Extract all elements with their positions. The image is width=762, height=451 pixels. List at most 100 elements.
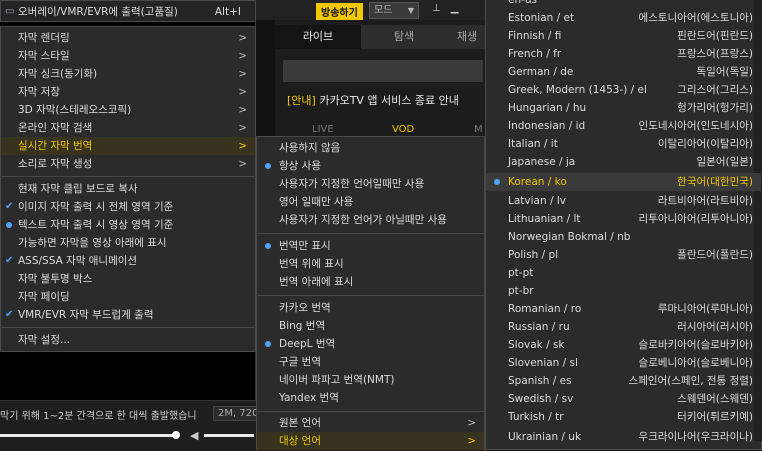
subtitle-menu: 자막 렌더링 > 자막 스타일 > 자막 싱크(동기화) > 자막 저장 > 3D 자막… [0, 26, 256, 352]
language-item[interactable]: Latvian / lv 라트비아어(라트비아) [486, 192, 761, 210]
menu-separator [1, 327, 255, 328]
menu-item-realtime-translate[interactable]: 실시간 자막 번역 > [1, 137, 255, 155]
language-item[interactable]: pt-pt [486, 264, 761, 282]
seek-bar[interactable] [0, 434, 178, 437]
menu-item-user-language-only[interactable]: 사용자가 지정한 언어일때만 사용 [257, 175, 484, 193]
menu-item-below-translation[interactable]: 번역 아래에 표시 [257, 273, 484, 291]
checkmark-icon: ✔ [5, 255, 14, 266]
menu-separator [257, 233, 484, 234]
checkmark-icon: ✔ [5, 309, 14, 320]
menu-item-ass-animation[interactable]: ✔ ASS/SSA 자막 애니메이션 [1, 252, 255, 270]
menu-item-subtitle-settings[interactable]: 자막 설정... [1, 331, 255, 349]
menu-item-style[interactable]: 자막 스타일 > [1, 47, 255, 65]
language-item[interactable]: Norwegian Bokmal / nb [486, 228, 761, 246]
menu-item-target-language[interactable]: 대상 언어 > [257, 432, 484, 450]
tab-replay[interactable]: 재생 [447, 25, 487, 49]
language-item-selected[interactable]: Korean / ko 한국어(대한민국) [486, 173, 761, 191]
menu-item-copy-clipboard[interactable]: 현재 자막 클립 보드로 복사 [1, 180, 255, 198]
radio-dot-icon [265, 341, 271, 347]
language-item[interactable]: Indonesian / id 인도네시아어(인도네시아) [486, 117, 761, 135]
language-item[interactable]: Slovak / sk 슬로바키아어(슬로바키아) [486, 336, 761, 354]
tab-live[interactable]: 라이브 [275, 25, 361, 49]
menu-item-kakao[interactable]: 카카오 번역 [257, 299, 484, 317]
language-item[interactable]: Slovenian / sl 슬로베니아어(슬로베니아) [486, 354, 761, 372]
menu-item-deepl[interactable]: DeepL 번역 [257, 335, 484, 353]
radio-dot-icon [265, 163, 271, 169]
chevron-right-icon: > [238, 68, 247, 80]
menu-item-bing[interactable]: Bing 번역 [257, 317, 484, 335]
language-item[interactable]: Estonian / et 에스토니아어(에스토니아) [486, 9, 761, 27]
language-item[interactable]: Hungarian / hu 헝가리어(헝가리) [486, 99, 761, 117]
notice-text: 카카오TV 앱 서비스 종료 안내 [319, 94, 459, 107]
tab-explore[interactable]: 탐색 [361, 25, 447, 49]
language-item[interactable]: Japanese / ja 일본어(일본) [486, 153, 761, 171]
menu-item-online-search[interactable]: 온라인 자막 검색 > [1, 119, 255, 137]
radio-dot-icon [265, 243, 271, 249]
subtab-more[interactable]: M [474, 124, 483, 135]
minimize-icon[interactable]: ▁ [451, 3, 469, 14]
chevron-right-icon: > [467, 417, 476, 429]
menu-item-not-user-language[interactable]: 사용자가 지정한 언어가 아닐때만 사용 [257, 211, 484, 229]
subtitle-text: 막기 위해 1~2분 간격으로 한 대씩 출발했습니 [0, 411, 197, 422]
checkmark-icon: ✔ [5, 201, 14, 212]
language-item[interactable]: Russian / ru 러시아어(러시아) [486, 318, 761, 336]
chevron-right-icon: > [238, 104, 247, 116]
notice-banner[interactable]: [안내] 카카오TV 앱 서비스 종료 안내 [287, 92, 459, 108]
language-item[interactable]: Swedish / sv 스웨덴어(스웨덴) [486, 390, 761, 408]
language-item[interactable]: German / de 독일어(독일) [486, 63, 761, 81]
chevron-down-icon: ▼ [407, 6, 414, 15]
menu-item-rendering[interactable]: 자막 렌더링 > [1, 29, 255, 47]
chevron-right-icon: > [238, 86, 247, 98]
chevron-right-icon: > [238, 32, 247, 44]
menu-item-sync[interactable]: 자막 싱크(동기화) > [1, 65, 255, 83]
menu-item-above-translation[interactable]: 번역 위에 표시 [257, 255, 484, 273]
language-item[interactable]: Spanish / es 스페인어(스페인, 전통 정렬) [486, 372, 761, 390]
language-item[interactable]: Romanian / ro 루마니아어(루마니아) [486, 300, 761, 318]
window-controls[interactable]: ⊥▁ [432, 3, 468, 14]
seek-handle[interactable] [172, 431, 180, 439]
menu-item-text-video-area[interactable]: 텍스트 자막 출력 시 영상 영역 기준 [1, 216, 255, 234]
menu-item-image-full-area[interactable]: ✔ 이미지 자막 출력 시 전체 영역 기준 [1, 198, 255, 216]
menu-item-generate-from-audio[interactable]: 소리로 자막 생성 > [1, 155, 255, 173]
language-item[interactable]: Polish / pl 폴란드어(폴란드) [486, 246, 761, 264]
menu-item-3d[interactable]: 3D 자막(스테레오스코픽) > [1, 101, 255, 119]
menu-item-source-language[interactable]: 원본 언어 > [257, 414, 484, 432]
language-item[interactable]: Lithuanian / lt 리투아니아어(리투아니아) [486, 210, 761, 228]
language-item[interactable]: Turkish / tr 터키어(튀르키예) [486, 408, 761, 426]
monitor-icon: ▭ [5, 6, 15, 17]
language-item[interactable]: Greek, Modern (1453-) / el 그리스어(그리스) [486, 81, 761, 99]
pin-icon[interactable]: ⊥ [432, 3, 451, 14]
menu-item-opaque-box[interactable]: 자막 불투명 박스 [1, 270, 255, 288]
menu-item-overlay-output[interactable]: ▭ 오버레이/VMR/EVR에 출력(고품질) Alt+I [1, 3, 255, 21]
volume-icon[interactable]: ◀ [190, 429, 198, 442]
language-item[interactable]: Finnish / fi 핀란드어(핀란드) [486, 27, 761, 45]
menu-item-smooth-output[interactable]: ✔ VMR/EVR 자막 부드럽게 출력 [1, 306, 255, 324]
menu-item-english-only[interactable]: 영어 일때만 사용 [257, 193, 484, 211]
menu-item-fading[interactable]: 자막 페이딩 [1, 288, 255, 306]
radio-dot-icon [6, 222, 12, 228]
language-item[interactable]: French / fr 프랑스어(프랑스) [486, 45, 761, 63]
language-item[interactable]: Ukrainian / uk 우크라이나어(우크라이나) [486, 428, 761, 446]
language-item[interactable]: en-us [486, 0, 761, 9]
subtab-live[interactable]: LIVE [312, 124, 334, 135]
search-input[interactable] [283, 60, 483, 82]
menu-item-always[interactable]: 항상 사용 [257, 157, 484, 175]
menu-item-yandex[interactable]: Yandex 번역 [257, 389, 484, 407]
menu-item-google[interactable]: 구글 번역 [257, 353, 484, 371]
menu-item-save[interactable]: 자막 저장 > [1, 83, 255, 101]
chevron-right-icon: > [238, 50, 247, 62]
subtitle-context-menu: ▭ 오버레이/VMR/EVR에 출력(고품질) Alt+I [0, 0, 256, 22]
menu-item-below-video[interactable]: 가능하면 자막을 영상 아래에 표시 [1, 234, 255, 252]
subtab-vod[interactable]: VOD [392, 124, 414, 135]
mode-select[interactable]: 모드 ▼ [369, 2, 419, 19]
menu-item-translation-only[interactable]: 번역만 표시 [257, 237, 484, 255]
chevron-right-icon: > [238, 158, 247, 170]
language-item[interactable]: pt-br [486, 282, 761, 300]
target-language-submenu: en-us Estonian / et 에스토니아어(에스토니아) Finnish… [485, 0, 762, 450]
menu-item-disabled[interactable]: 사용하지 않음 [257, 139, 484, 157]
radio-dot-icon [494, 179, 500, 185]
menu-item-papago[interactable]: 네이버 파파고 번역(NMT) [257, 371, 484, 389]
language-item[interactable]: Italian / it 이탈리아어(이탈리아) [486, 135, 761, 153]
broadcast-button[interactable]: 방송하기 [316, 3, 363, 20]
volume-slider[interactable] [204, 434, 254, 437]
